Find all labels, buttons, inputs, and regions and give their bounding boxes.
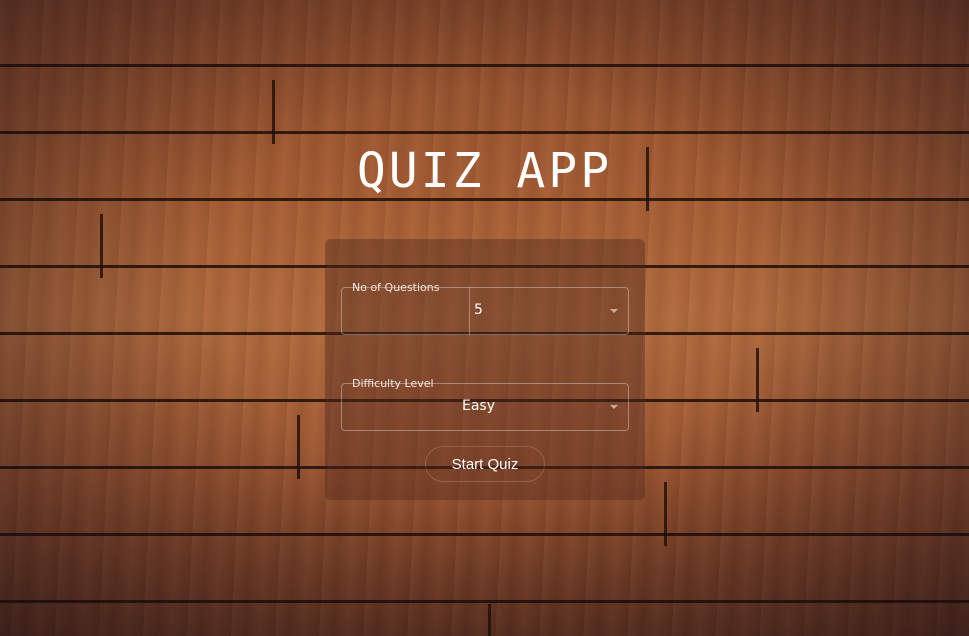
plank-seam [664, 482, 667, 546]
app-title: QUIZ APP [356, 143, 613, 199]
questions-select[interactable]: 5 [341, 287, 629, 335]
difficulty-select[interactable]: Easy [341, 383, 629, 431]
plank-seam [488, 604, 491, 636]
plank-seam [100, 214, 103, 278]
chevron-down-icon [610, 405, 618, 409]
plank-seam [297, 415, 300, 479]
start-quiz-button[interactable]: Start Quiz [425, 446, 545, 482]
chevron-down-icon [610, 309, 618, 313]
questions-value: 5 [474, 302, 483, 318]
plank-seam [756, 348, 759, 412]
plank-seam [272, 80, 275, 144]
questions-label: No of Questions [352, 281, 440, 294]
difficulty-label: Difficulty Level [352, 377, 434, 390]
quiz-setup-card: 5 No of Questions Easy Difficulty Level … [325, 239, 645, 500]
select-divider [469, 287, 470, 335]
difficulty-value: Easy [462, 398, 496, 414]
